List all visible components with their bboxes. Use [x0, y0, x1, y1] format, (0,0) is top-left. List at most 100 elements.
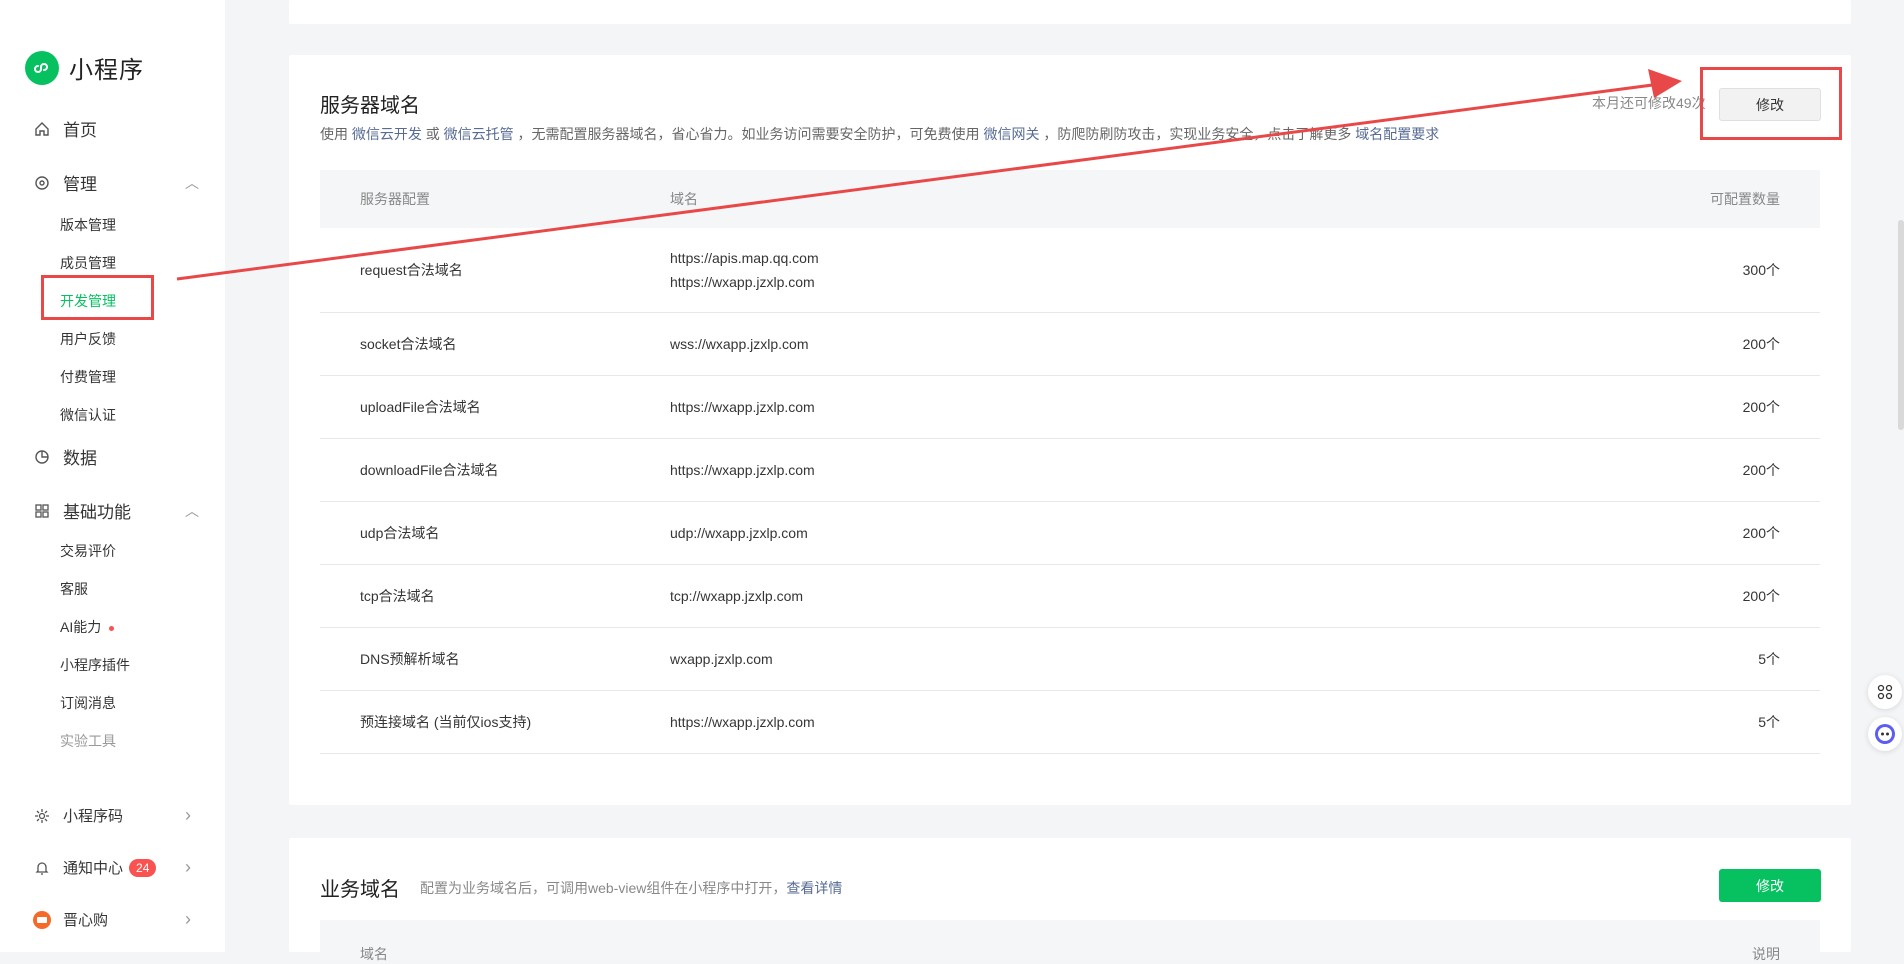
table-row: request合法域名 https://apis.map.qq.com https:… [320, 228, 1820, 313]
link-wechat-gateway[interactable]: 微信网关 [983, 126, 1039, 142]
table-row: socket合法域名 wss://wxapp.jzxlp.com 200个 [320, 313, 1820, 376]
sidebar-item-ai[interactable]: AI能力 [60, 617, 115, 637]
miniprogram-logo-icon [25, 50, 59, 85]
domain-value: https://wxapp.jzxlp.com [670, 714, 815, 730]
domain-value: https://wxapp.jzxlp.com [670, 399, 815, 415]
domain-value: wxapp.jzxlp.com [670, 651, 773, 667]
row-count: 200个 [1742, 588, 1780, 604]
row-config-name: DNS预解析域名 [360, 651, 460, 667]
sidebar-item-feedback[interactable]: 用户反馈 [60, 329, 116, 349]
header-count: 可配置数量 [1710, 191, 1780, 207]
chevron-right-icon: › [185, 909, 191, 929]
header-config: 服务器配置 [360, 191, 430, 207]
row-config-name: tcp合法域名 [360, 588, 435, 604]
home-icon [33, 120, 51, 138]
server-domain-title: 服务器域名 [320, 95, 420, 117]
row-config-name: uploadFile合法域名 [360, 399, 481, 415]
domain-value: https://wxapp.jzxlp.com [670, 462, 815, 478]
sidebar-item-version[interactable]: 版本管理 [60, 215, 116, 235]
row-config-name: socket合法域名 [360, 336, 457, 352]
assistant-bot-icon[interactable] [1868, 717, 1902, 751]
nav-data-label: 数据 [63, 449, 97, 468]
sun-icon [33, 807, 51, 825]
row-domains: wss://wxapp.jzxlp.com [670, 332, 1620, 356]
row-count: 5个 [1758, 651, 1780, 667]
row-count: 200个 [1742, 525, 1780, 541]
domain-value: wss://wxapp.jzxlp.com [670, 336, 809, 352]
nav-home-label: 首页 [63, 121, 97, 140]
chevron-up-icon: ︿ [185, 174, 199, 191]
desc-text: 或 [421, 126, 444, 142]
nav-manage[interactable]: 管理 ︿ [33, 170, 199, 195]
brand[interactable]: 小程序 [25, 50, 144, 85]
sidebar-item-reviews[interactable]: 交易评价 [60, 541, 116, 561]
link-cloud-dev[interactable]: 微信云开发 [352, 126, 422, 142]
bell-icon [33, 859, 51, 877]
row-domains: https://apis.map.qq.com https://wxapp.jzx… [670, 246, 1620, 294]
table-row: 预连接域名 (当前仅ios支持) https://wxapp.jzxlp.com 5… [320, 691, 1820, 754]
notification-badge: 24 [129, 858, 157, 877]
row-count: 200个 [1742, 399, 1780, 415]
page-scrollbar[interactable] [1898, 220, 1904, 430]
nav-notify-label: 通知中心 [63, 860, 124, 877]
business-domain-table-header: 域名 说明 [320, 920, 1820, 962]
table-row: downloadFile合法域名 https://wxapp.jzxlp.com 2… [320, 439, 1820, 502]
business-domain-desc: 配置为业务域名后，可调用web-view组件在小程序中打开，查看详情 [420, 878, 842, 898]
link-view-details[interactable]: 查看详情 [786, 880, 842, 896]
new-dot-icon [109, 625, 115, 631]
row-config-name: 预连接域名 (当前仅ios支持) [360, 714, 532, 730]
table-row: tcp合法域名 tcp://wxapp.jzxlp.com 200个 [320, 565, 1820, 628]
previous-section-card [289, 0, 1851, 24]
header-domain: 域名 [670, 191, 698, 207]
nav-shop[interactable]: 晋心购 › [33, 909, 191, 930]
server-domain-table: 服务器配置 域名 可配置数量 request合法域名 https://apis.m… [320, 170, 1820, 754]
link-domain-requirements[interactable]: 域名配置要求 [1355, 126, 1439, 142]
sidebar-item-subscribe[interactable]: 订阅消息 [60, 693, 116, 713]
table-row: DNS预解析域名 wxapp.jzxlp.com 5个 [320, 628, 1820, 691]
nav-data[interactable]: 数据 [33, 444, 97, 469]
desc-text: ，无需配置服务器域名，省心省力。如业务访问需要安全防护，可免费使用 [513, 126, 984, 142]
row-config-name: udp合法域名 [360, 525, 440, 541]
sidebar-item-certification[interactable]: 微信认证 [60, 405, 116, 425]
row-count: 300个 [1742, 262, 1780, 278]
sidebar-item-members[interactable]: 成员管理 [60, 253, 116, 273]
sidebar-item-customer-service[interactable]: 客服 [60, 579, 88, 599]
domain-value: https://wxapp.jzxlp.com [670, 274, 815, 290]
settings-icon [33, 174, 51, 192]
row-domains: udp://wxapp.jzxlp.com [670, 521, 1620, 545]
row-count: 5个 [1758, 714, 1780, 730]
apps-grid-icon [33, 502, 51, 520]
desc-text: 使用 [320, 126, 352, 142]
chevron-up-icon: ︿ [185, 502, 199, 519]
server-domain-desc: 使用 微信云开发 或 微信云托管 ，无需配置服务器域名，省心省力。如业务访问需要… [320, 124, 1439, 144]
business-domain-desc-text: 配置为业务域名后，可调用web-view组件在小程序中打开， [420, 880, 787, 896]
domain-value: https://apis.map.qq.com [670, 250, 819, 266]
sidebar-item-ai-label: AI能力 [60, 619, 102, 635]
nav-home[interactable]: 首页 [33, 116, 97, 141]
business-domain-modify-button[interactable]: 修改 [1719, 869, 1821, 902]
sidebar: 小程序 首页 管理 ︿ 版本管理 成员管理 开发管理 用户反馈 付费管理 微信认… [0, 0, 225, 952]
pie-chart-icon [33, 448, 51, 466]
shop-avatar-icon [33, 910, 51, 929]
row-domains: https://wxapp.jzxlp.com [670, 458, 1620, 482]
sidebar-item-lab[interactable]: 实验工具 [60, 731, 116, 751]
header-domain: 域名 [360, 946, 388, 962]
chevron-right-icon: › [185, 857, 191, 877]
chevron-right-icon: › [185, 805, 191, 825]
row-config-name: request合法域名 [360, 262, 463, 278]
sidebar-item-plugins[interactable]: 小程序插件 [60, 655, 130, 675]
desc-text: ，防爬防刷防攻击，实现业务安全，点击了解更多 [1039, 126, 1356, 142]
nav-shop-label: 晋心购 [63, 912, 109, 929]
nav-basic[interactable]: 基础功能 ︿ [33, 498, 199, 523]
highlight-box-modify [1700, 67, 1842, 140]
nav-notify[interactable]: 通知中心 24 › [33, 857, 191, 878]
sidebar-item-payment[interactable]: 付费管理 [60, 367, 116, 387]
table-header: 服务器配置 域名 可配置数量 [320, 170, 1820, 228]
nav-basic-label: 基础功能 [63, 503, 131, 522]
table-row: uploadFile合法域名 https://wxapp.jzxlp.com 200… [320, 376, 1820, 439]
row-domains: https://wxapp.jzxlp.com [670, 710, 1620, 734]
link-cloud-hosting[interactable]: 微信云托管 [444, 126, 514, 142]
apps-float-icon[interactable] [1868, 675, 1902, 709]
nav-qrcode[interactable]: 小程序码 › [33, 805, 191, 826]
row-count: 200个 [1742, 336, 1780, 352]
